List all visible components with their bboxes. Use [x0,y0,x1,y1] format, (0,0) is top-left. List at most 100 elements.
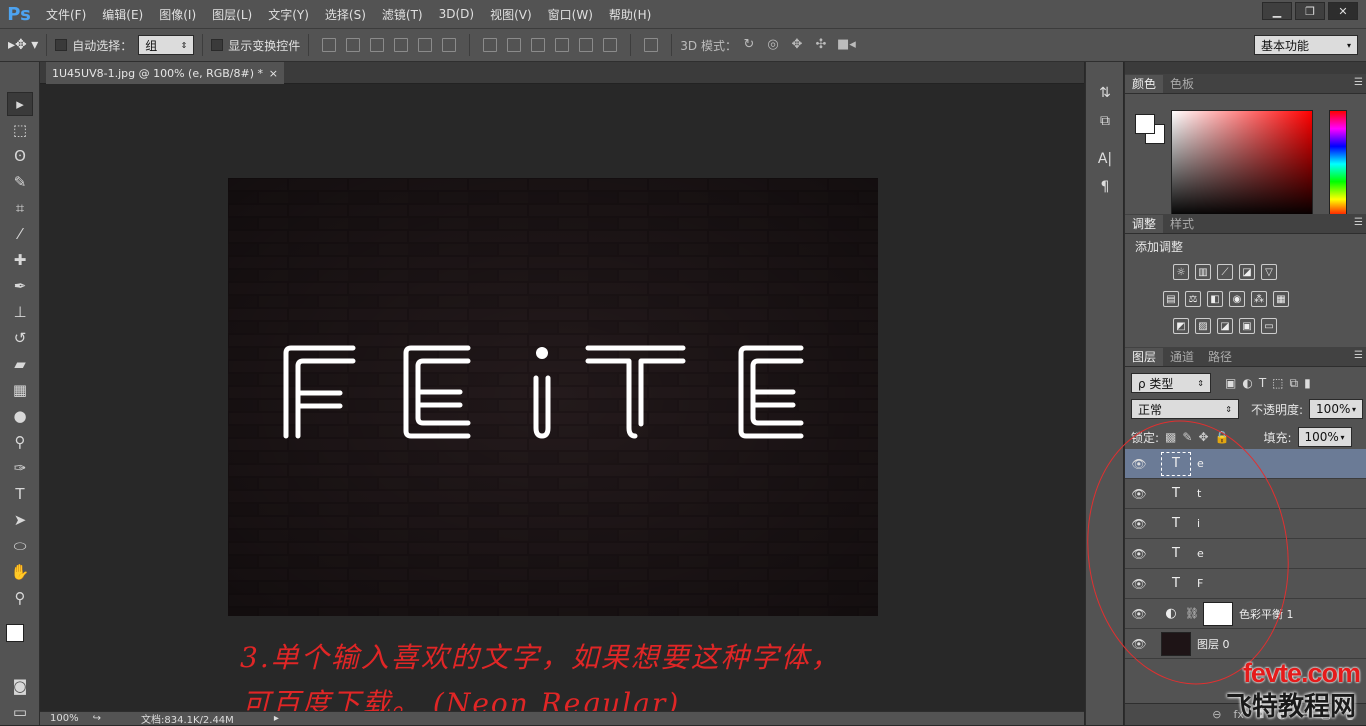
distribute-right-icon[interactable] [603,38,618,52]
paragraph-panel-icon[interactable]: ¶ [1094,176,1116,198]
menu-select[interactable]: 选择(S) [317,6,374,23]
layer-name[interactable]: F [1197,577,1203,590]
layer-row[interactable]: 👁 图层 0 [1125,629,1366,659]
mask-link-icon[interactable]: ⛓ [1185,607,1199,620]
tab-paths[interactable]: 路径 [1201,348,1239,366]
history-panel-icon[interactable]: ⇅ [1094,82,1116,104]
visibility-eye-icon[interactable]: 👁 [1125,577,1153,591]
distribute-vcenter-icon[interactable] [507,38,522,52]
threshold-icon[interactable]: ◪ [1217,318,1233,334]
channel-mixer-icon[interactable]: ⁂ [1251,291,1267,307]
panel-menu-icon[interactable]: ☰ [1354,217,1363,228]
photo-filter-icon[interactable]: ◉ [1229,291,1245,307]
move-tool-icon[interactable]: ▸ [7,92,33,116]
foreground-color[interactable] [1135,114,1155,134]
align-bottom-icon[interactable] [370,38,385,52]
distribute-top-icon[interactable] [483,38,498,52]
zoom-level[interactable]: 100% [50,713,79,724]
menu-window[interactable]: 窗口(W) [540,6,601,23]
layer-row[interactable]: 👁 ◐ ⛓ 色彩平衡 1 [1125,599,1366,629]
layer-name[interactable]: 图层 0 [1197,636,1230,652]
character-panel-icon[interactable]: A| [1094,148,1116,170]
color-balance-icon[interactable]: ⚖ [1185,291,1201,307]
tab-swatches[interactable]: 色板 [1163,75,1201,93]
auto-align-icon[interactable] [644,38,659,52]
color-field[interactable] [1171,110,1313,218]
layer-name[interactable]: e [1197,457,1204,470]
distribute-bottom-icon[interactable] [531,38,546,52]
brightness-icon[interactable]: ☼ [1173,264,1189,280]
auto-select-checkbox[interactable] [55,39,68,51]
align-top-icon[interactable] [322,38,337,52]
type-tool-icon[interactable]: T [7,482,33,506]
gradient-tool-icon[interactable]: ▦ [7,378,33,402]
healing-tool-icon[interactable]: ✚ [7,248,33,272]
layer-row[interactable]: 👁 T e [1125,539,1366,569]
visibility-eye-icon[interactable]: 👁 [1125,487,1153,501]
eyedropper-tool-icon[interactable]: ⁄ [7,222,33,246]
posterize-icon[interactable]: ▨ [1195,318,1211,334]
visibility-eye-icon[interactable]: 👁 [1125,607,1153,621]
hand-tool-icon[interactable]: ✋ [7,560,33,584]
path-select-tool-icon[interactable]: ➤ [7,508,33,532]
status-menu-arrow-icon[interactable]: ▸ [274,713,279,724]
layer-row[interactable]: 👁 T e [1125,449,1366,479]
hue-slider[interactable] [1329,110,1347,218]
tab-color[interactable]: 颜色 [1125,75,1164,93]
menu-view[interactable]: 视图(V) [482,6,540,23]
auto-select-dropdown[interactable]: 组 ⇕ [138,35,195,55]
layer-name[interactable]: i [1197,517,1200,530]
menu-edit[interactable]: 编辑(E) [94,6,151,23]
zoom-tool-icon[interactable]: ⚲ [7,586,33,610]
eraser-tool-icon[interactable]: ▰ [7,352,33,376]
3d-roll-icon[interactable]: ◎ [765,38,781,52]
pen-tool-icon[interactable]: ✑ [7,456,33,480]
lock-pixels-icon[interactable]: ✎ [1182,430,1192,444]
visibility-eye-icon[interactable]: 👁 [1125,517,1153,531]
lock-position-icon[interactable]: ✥ [1198,430,1208,444]
close-button[interactable]: ✕ [1328,2,1358,20]
panel-menu-icon[interactable]: ☰ [1354,77,1363,88]
properties-panel-icon[interactable]: ⧉ [1094,110,1116,132]
marquee-tool-icon[interactable]: ⬚ [7,118,33,142]
tab-layers[interactable]: 图层 [1125,348,1164,366]
layer-name[interactable]: t [1197,487,1201,500]
color-swatches[interactable] [4,622,36,656]
workspace-dropdown[interactable]: 基本功能 ▾ [1254,35,1358,55]
menu-3d[interactable]: 3D(D) [431,7,482,21]
export-icon[interactable]: ↪ [93,713,101,724]
document-canvas[interactable] [228,178,878,616]
visibility-eye-icon[interactable]: 👁 [1125,637,1153,651]
opacity-input[interactable]: 100% ▾ [1309,399,1364,419]
3d-slide-icon[interactable]: ✣ [813,38,829,52]
align-left-icon[interactable] [394,38,409,52]
layer-filter-dropdown[interactable]: ρ 类型 ⇕ [1131,373,1211,393]
3d-rotate-icon[interactable]: ↻ [741,38,757,52]
filter-type-icon[interactable]: T [1259,376,1266,390]
visibility-eye-icon[interactable]: 👁 [1125,457,1153,471]
filter-pixel-icon[interactable]: ▣ [1225,376,1236,390]
menu-filter[interactable]: 滤镜(T) [374,6,431,23]
foreground-color-swatch[interactable] [6,624,24,642]
blur-tool-icon[interactable]: ● [7,404,33,428]
lasso-tool-icon[interactable]: ʘ [7,144,33,168]
distribute-hcenter-icon[interactable] [579,38,594,52]
align-vcenter-icon[interactable] [346,38,361,52]
lock-transparent-icon[interactable]: ▩ [1165,430,1176,444]
panel-menu-icon[interactable]: ☰ [1354,350,1363,361]
layer-row[interactable]: 👁 T i [1125,509,1366,539]
close-tab-icon[interactable]: × [269,67,278,80]
tab-adjustments[interactable]: 调整 [1125,215,1164,233]
menu-file[interactable]: 文件(F) [38,6,94,23]
visibility-eye-icon[interactable]: 👁 [1125,547,1153,561]
color-lookup-icon[interactable]: ▦ [1273,291,1289,307]
brush-tool-icon[interactable]: ✒ [7,274,33,298]
lock-all-icon[interactable]: 🔒 [1215,430,1230,444]
ellipse-tool-icon[interactable]: ⬭ [7,534,33,558]
tab-styles[interactable]: 样式 [1163,215,1201,233]
filter-adjustment-icon[interactable]: ◐ [1242,376,1252,390]
tab-channels[interactable]: 通道 [1163,348,1201,366]
menu-layer[interactable]: 图层(L) [204,6,260,23]
gradient-map-icon[interactable]: ▭ [1261,318,1277,334]
black-white-icon[interactable]: ◧ [1207,291,1223,307]
